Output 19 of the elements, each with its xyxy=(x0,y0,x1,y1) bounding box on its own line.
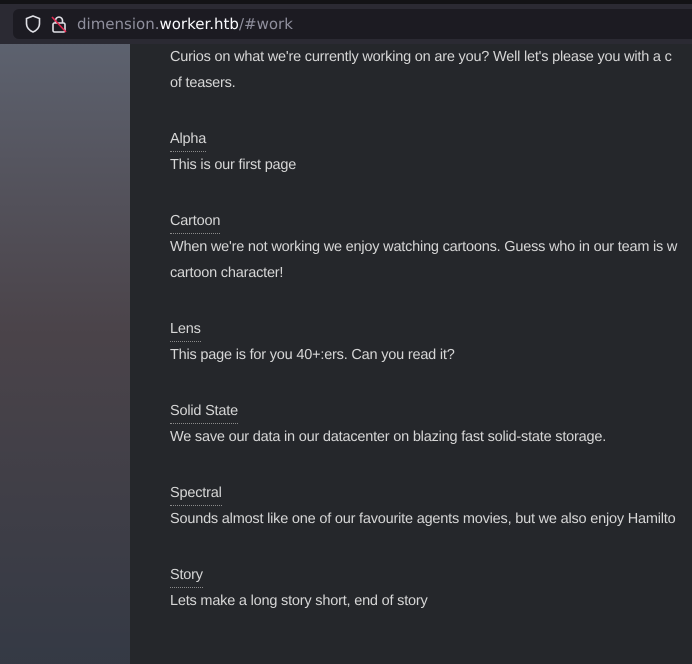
address-bar[interactable]: dimension.worker.htb/#work xyxy=(13,9,692,39)
project-title: Story xyxy=(170,563,203,588)
url-text[interactable]: dimension.worker.htb/#work xyxy=(77,12,293,36)
project-title: Lens xyxy=(170,317,201,342)
paragraph-line: This is our first page xyxy=(170,156,296,175)
paragraph-line: cartoon character! xyxy=(170,264,284,283)
project-title: Alpha xyxy=(170,127,206,152)
project-title: Cartoon xyxy=(170,209,220,234)
project-title: Solid State xyxy=(170,399,238,424)
paragraph-line: This page is for you 40+:ers. Can you read it? xyxy=(170,346,455,365)
paragraph-line: We save our data in our datacenter on blazing fast solid-state storage. xyxy=(170,428,606,447)
paragraph-line: Lets make a long story short, end of story xyxy=(170,592,428,611)
paragraph-line: Sounds almost like one of our favourite agents movies, but we also enjoy Hamilto xyxy=(170,510,676,529)
paragraph-line: Curios on what we're currently working on are you? Well let's please you with a c xyxy=(170,48,672,67)
paragraph-line: of teasers. xyxy=(170,74,236,93)
lock-icon[interactable] xyxy=(51,15,67,33)
shield-icon[interactable] xyxy=(25,15,41,33)
paragraph-line: When we're not working we enjoy watching cartoons. Guess who in our team is w xyxy=(170,238,678,257)
project-title: Spectral xyxy=(170,481,222,506)
